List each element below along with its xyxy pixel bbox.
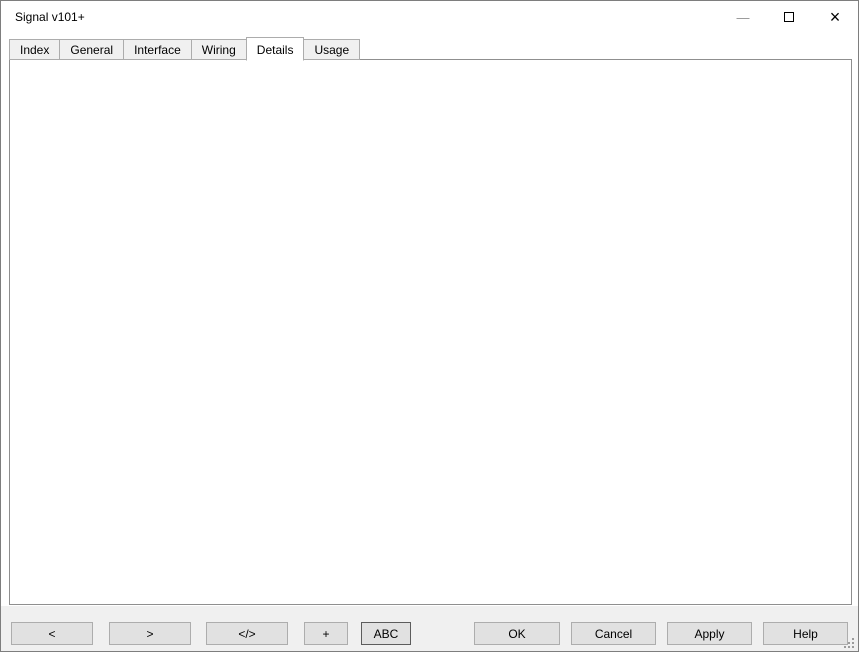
plus-button[interactable]: +: [304, 622, 348, 645]
close-icon: ×: [830, 8, 841, 26]
ok-button[interactable]: OK: [474, 622, 560, 645]
cancel-button[interactable]: Cancel: [571, 622, 656, 645]
title-bar[interactable]: Signal v101+ — ×: [1, 1, 858, 33]
minimize-button[interactable]: —: [720, 1, 766, 33]
code-button[interactable]: </>: [206, 622, 288, 645]
window-title: Signal v101+: [15, 10, 85, 24]
tab-wiring[interactable]: Wiring: [191, 39, 247, 60]
prev-button[interactable]: <: [11, 622, 93, 645]
dialog-window: Signal v101+ — × Index General Interface…: [0, 0, 859, 652]
close-button[interactable]: ×: [812, 1, 858, 33]
tab-index[interactable]: Index: [9, 39, 60, 60]
next-button[interactable]: >: [109, 622, 191, 645]
maximize-button[interactable]: [766, 1, 812, 33]
tab-bar: Index General Interface Wiring Details U…: [9, 37, 359, 60]
window-controls: — ×: [720, 1, 858, 33]
tab-interface[interactable]: Interface: [123, 39, 192, 60]
tab-usage[interactable]: Usage: [303, 39, 360, 60]
tab-general[interactable]: General: [59, 39, 124, 60]
minimize-icon: —: [737, 11, 750, 24]
tab-page-details: [9, 59, 852, 605]
abc-button[interactable]: ABC: [361, 622, 411, 645]
help-button[interactable]: Help: [763, 622, 848, 645]
apply-button[interactable]: Apply: [667, 622, 752, 645]
tab-details[interactable]: Details: [246, 37, 305, 61]
maximize-icon: [784, 12, 794, 22]
resize-grip-icon[interactable]: [852, 646, 854, 648]
footer-bar: < > </> + ABC OK Cancel Apply Help: [1, 606, 858, 652]
